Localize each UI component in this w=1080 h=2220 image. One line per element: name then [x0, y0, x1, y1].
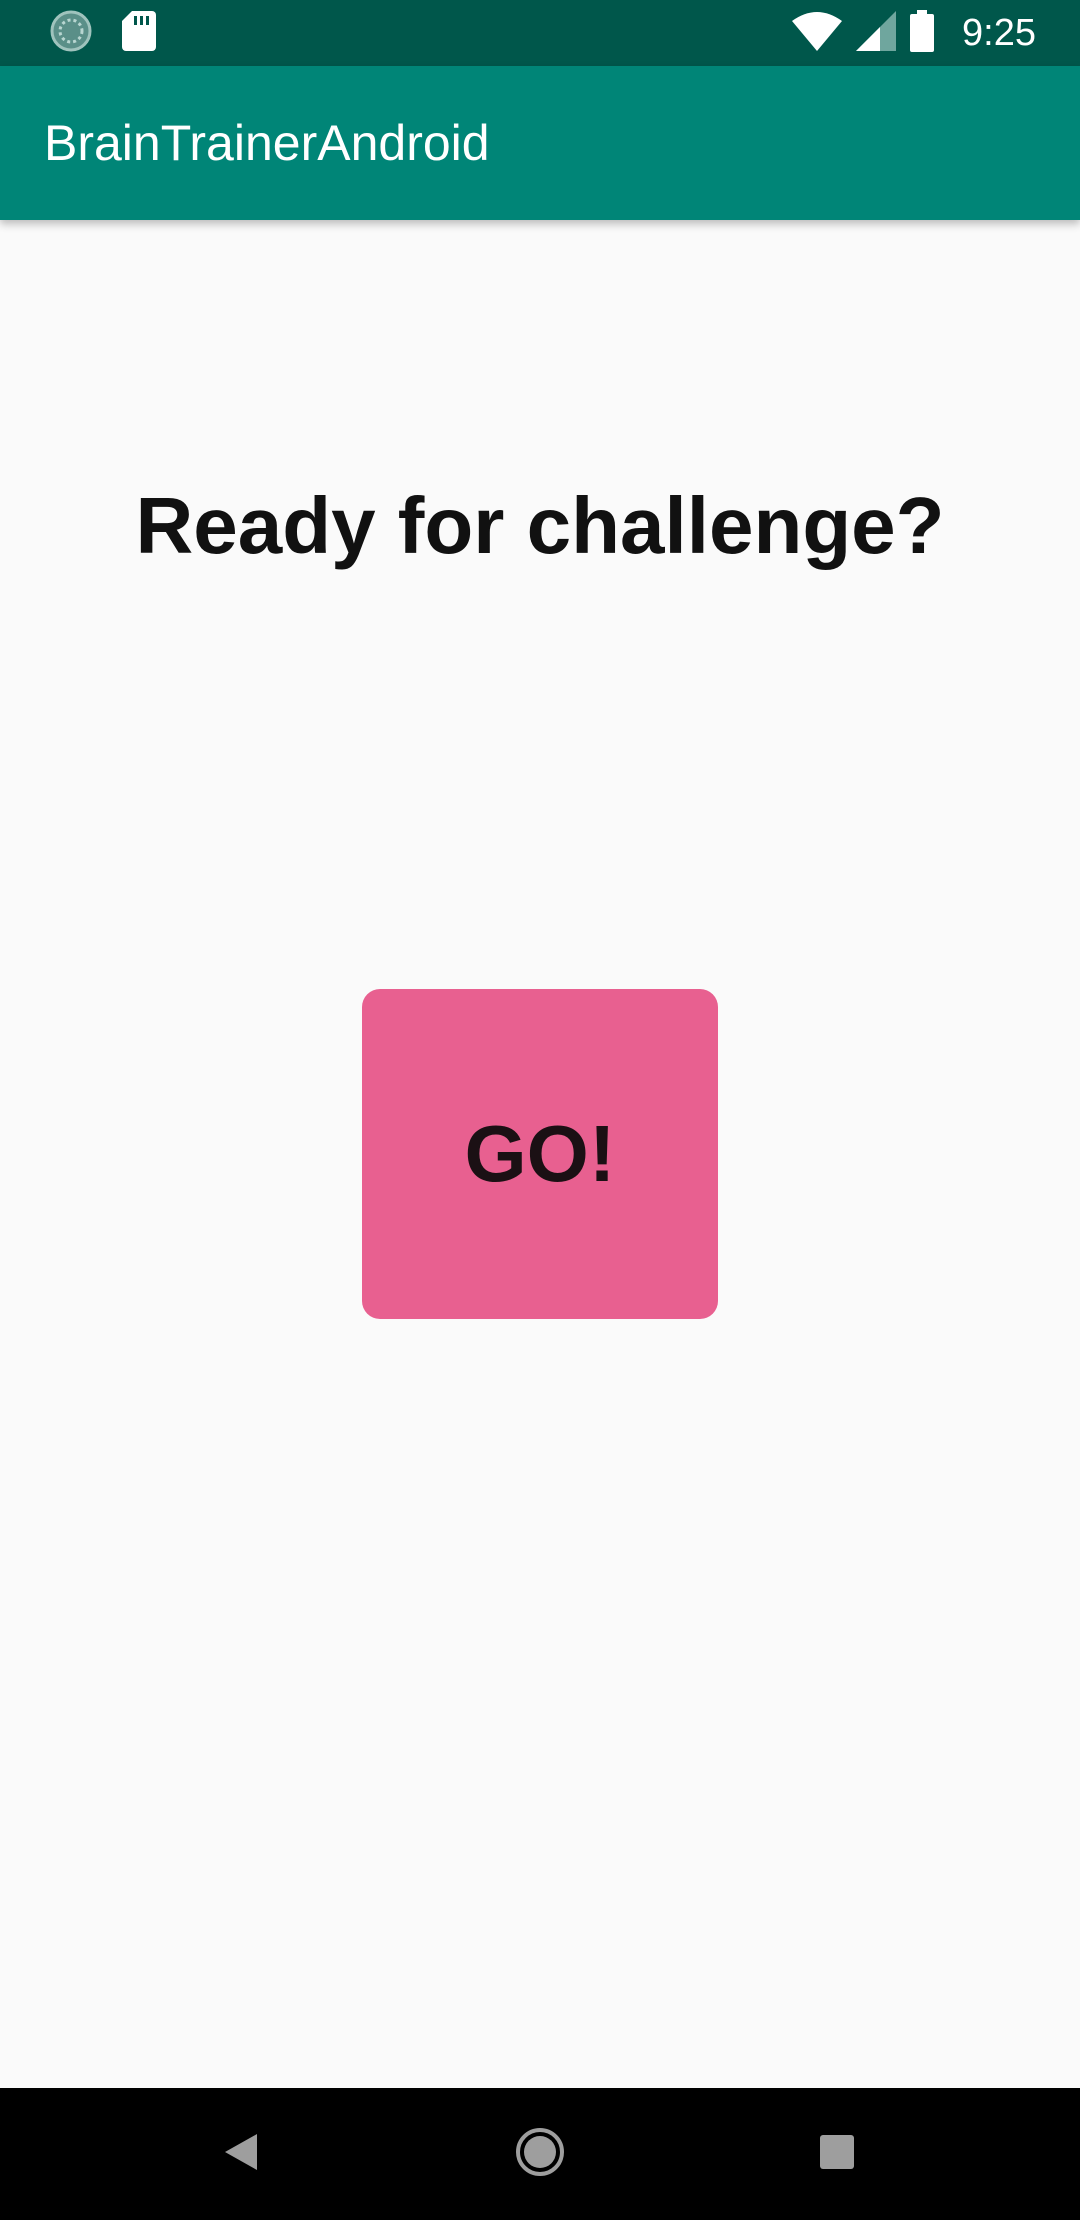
battery-icon — [910, 9, 935, 57]
wifi-icon — [792, 11, 843, 56]
back-button[interactable] — [171, 2088, 311, 2220]
sync-icon — [50, 10, 92, 57]
app-title: BrainTrainerAndroid — [44, 115, 490, 171]
recents-icon — [819, 2134, 855, 2175]
status-bar: 9:25 — [0, 0, 1080, 66]
challenge-headline: Ready for challenge? — [135, 481, 945, 570]
screen: 9:25 BrainTrainerAndroid Ready for chall… — [0, 0, 1080, 2220]
status-right-icons: 9:25 — [792, 0, 1036, 66]
home-button[interactable] — [470, 2088, 610, 2220]
status-left-icons — [50, 10, 156, 57]
signal-icon — [856, 10, 897, 56]
main-content: Ready for challenge? GO! — [0, 220, 1080, 2088]
home-icon — [514, 2126, 566, 2183]
recents-button[interactable] — [767, 2088, 907, 2220]
navigation-bar — [0, 2088, 1080, 2220]
back-icon — [223, 2132, 259, 2177]
status-time: 9:25 — [962, 11, 1036, 54]
sd-card-icon — [122, 10, 156, 56]
go-button[interactable]: GO! — [362, 989, 718, 1319]
app-bar: BrainTrainerAndroid — [0, 66, 1080, 220]
